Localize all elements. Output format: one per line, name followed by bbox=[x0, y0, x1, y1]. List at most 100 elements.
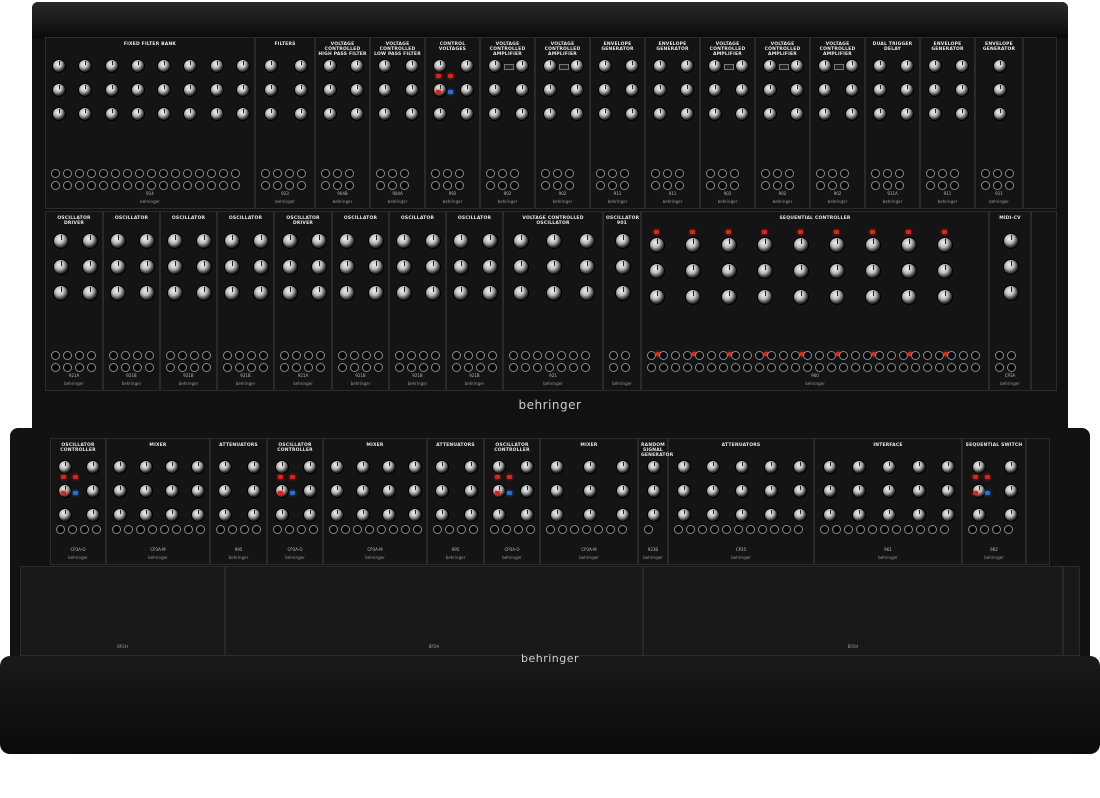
knob[interactable] bbox=[461, 60, 474, 72]
knob[interactable] bbox=[938, 264, 952, 278]
knob[interactable] bbox=[763, 84, 776, 96]
knob[interactable] bbox=[818, 84, 831, 96]
knob[interactable] bbox=[722, 264, 736, 278]
knob[interactable] bbox=[59, 461, 71, 473]
patch-jack[interactable] bbox=[408, 364, 415, 371]
patch-jack[interactable] bbox=[286, 182, 293, 189]
patch-jack[interactable] bbox=[841, 170, 848, 177]
patch-jack[interactable] bbox=[351, 352, 358, 359]
patch-jack[interactable] bbox=[994, 170, 1001, 177]
patch-jack[interactable] bbox=[845, 526, 852, 533]
patch-jack[interactable] bbox=[52, 364, 59, 371]
knob[interactable] bbox=[598, 108, 611, 120]
knob[interactable] bbox=[192, 485, 204, 497]
patch-jack[interactable] bbox=[88, 170, 95, 177]
patch-jack[interactable] bbox=[354, 526, 361, 533]
knob[interactable] bbox=[1005, 461, 1017, 473]
patch-jack[interactable] bbox=[64, 364, 71, 371]
knob[interactable] bbox=[184, 60, 197, 72]
knob[interactable] bbox=[994, 60, 1006, 72]
knob[interactable] bbox=[616, 260, 630, 274]
patch-jack[interactable] bbox=[571, 526, 578, 533]
patch-jack[interactable] bbox=[88, 364, 95, 371]
knob[interactable] bbox=[236, 108, 249, 120]
patch-jack[interactable] bbox=[76, 170, 83, 177]
knob[interactable] bbox=[247, 509, 260, 521]
knob[interactable] bbox=[846, 108, 859, 120]
knob[interactable] bbox=[616, 286, 630, 300]
knob[interactable] bbox=[493, 461, 505, 473]
patch-jack[interactable] bbox=[707, 170, 714, 177]
patch-jack[interactable] bbox=[196, 170, 203, 177]
knob[interactable] bbox=[383, 485, 395, 497]
knob[interactable] bbox=[357, 485, 369, 497]
patch-jack[interactable] bbox=[546, 364, 553, 371]
knob[interactable] bbox=[994, 84, 1006, 96]
patch-jack[interactable] bbox=[1008, 364, 1015, 371]
patch-jack[interactable] bbox=[408, 352, 415, 359]
patch-jack[interactable] bbox=[792, 364, 799, 371]
patch-jack[interactable] bbox=[351, 364, 358, 371]
patch-jack[interactable] bbox=[939, 170, 946, 177]
patch-jack[interactable] bbox=[676, 182, 683, 189]
patch-jack[interactable] bbox=[804, 364, 811, 371]
patch-jack[interactable] bbox=[828, 352, 835, 359]
patch-jack[interactable] bbox=[224, 352, 231, 359]
patch-jack[interactable] bbox=[310, 526, 317, 533]
patch-jack[interactable] bbox=[134, 364, 141, 371]
patch-jack[interactable] bbox=[996, 364, 1003, 371]
patch-jack[interactable] bbox=[286, 526, 293, 533]
knob[interactable] bbox=[794, 264, 808, 278]
patch-jack[interactable] bbox=[389, 182, 396, 189]
knob[interactable] bbox=[331, 509, 343, 521]
patch-jack[interactable] bbox=[893, 526, 900, 533]
knob[interactable] bbox=[758, 290, 772, 304]
knob[interactable] bbox=[425, 234, 440, 248]
patch-jack[interactable] bbox=[872, 170, 879, 177]
knob[interactable] bbox=[196, 286, 211, 300]
patch-jack[interactable] bbox=[972, 352, 979, 359]
patch-jack[interactable] bbox=[731, 182, 738, 189]
knob[interactable] bbox=[650, 290, 664, 304]
knob[interactable] bbox=[436, 509, 449, 521]
knob[interactable] bbox=[543, 84, 556, 96]
patch-jack[interactable] bbox=[522, 364, 529, 371]
knob[interactable] bbox=[304, 509, 316, 521]
patch-jack[interactable] bbox=[146, 364, 153, 371]
knob[interactable] bbox=[131, 108, 144, 120]
knob[interactable] bbox=[368, 234, 383, 248]
patch-jack[interactable] bbox=[208, 170, 215, 177]
patch-jack[interactable] bbox=[196, 182, 203, 189]
patch-jack[interactable] bbox=[396, 364, 403, 371]
patch-jack[interactable] bbox=[499, 170, 506, 177]
knob[interactable] bbox=[253, 260, 268, 274]
knob[interactable] bbox=[902, 290, 916, 304]
patch-jack[interactable] bbox=[583, 526, 590, 533]
patch-jack[interactable] bbox=[817, 182, 824, 189]
knob[interactable] bbox=[114, 461, 126, 473]
patch-jack[interactable] bbox=[414, 526, 421, 533]
patch-jack[interactable] bbox=[869, 526, 876, 533]
knob[interactable] bbox=[994, 108, 1006, 120]
patch-jack[interactable] bbox=[363, 352, 370, 359]
knob[interactable] bbox=[105, 60, 118, 72]
patch-jack[interactable] bbox=[996, 352, 1003, 359]
patch-jack[interactable] bbox=[786, 170, 793, 177]
patch-jack[interactable] bbox=[64, 352, 71, 359]
patch-jack[interactable] bbox=[248, 352, 255, 359]
patch-jack[interactable] bbox=[76, 364, 83, 371]
knob[interactable] bbox=[648, 461, 660, 473]
knob[interactable] bbox=[830, 238, 844, 252]
knob[interactable] bbox=[956, 108, 969, 120]
knob[interactable] bbox=[708, 108, 721, 120]
knob[interactable] bbox=[794, 485, 807, 497]
patch-jack[interactable] bbox=[900, 352, 907, 359]
knob[interactable] bbox=[736, 509, 748, 521]
knob[interactable] bbox=[823, 461, 836, 473]
patch-jack[interactable] bbox=[191, 364, 198, 371]
patch-jack[interactable] bbox=[334, 170, 341, 177]
knob[interactable] bbox=[265, 84, 277, 96]
knob[interactable] bbox=[543, 108, 556, 120]
patch-jack[interactable] bbox=[465, 352, 472, 359]
knob[interactable] bbox=[114, 485, 126, 497]
